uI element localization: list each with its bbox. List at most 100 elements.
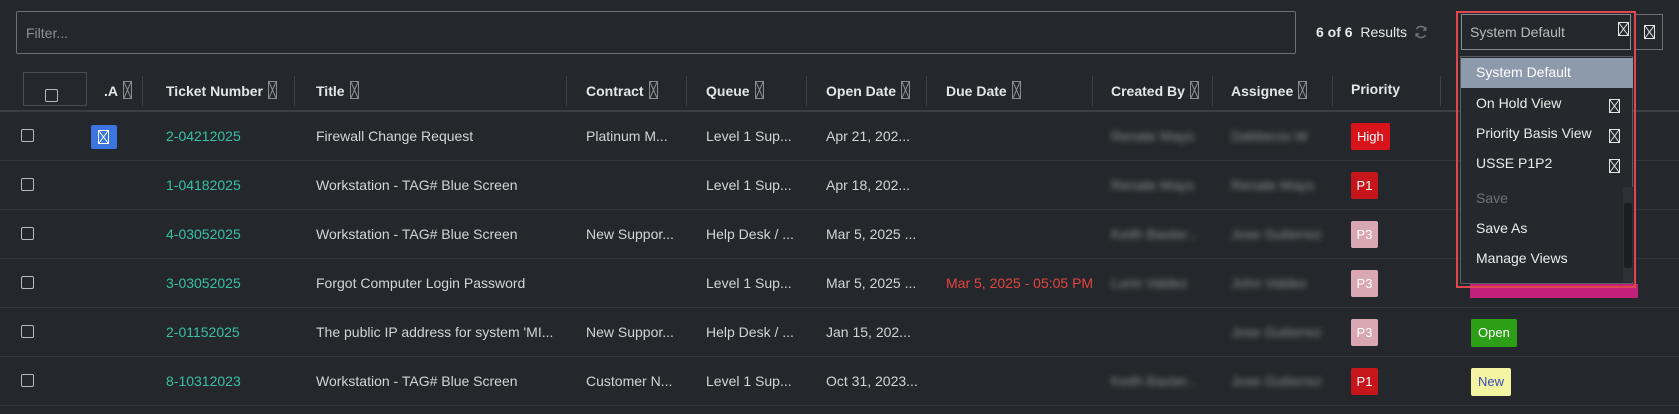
results-number: 6 of 6 (1316, 24, 1353, 40)
column-separator[interactable] (686, 76, 687, 106)
ticket-number-link[interactable]: 3-03052025 (166, 275, 241, 291)
created-by-cell: Renate Mayo (1111, 128, 1195, 144)
column-label: Created By (1111, 83, 1185, 99)
column-separator[interactable] (566, 76, 567, 106)
column-separator[interactable] (1092, 76, 1093, 106)
column-separator[interactable] (142, 76, 143, 106)
column-header-assignee[interactable]: Assignee (1231, 66, 1308, 112)
title-cell: Workstation - TAG# Blue Screen (316, 226, 518, 242)
table-row[interactable]: 8-10312023 Workstation - TAG# Blue Scree… (0, 357, 1679, 406)
view-option-label: Priority Basis View (1476, 125, 1592, 141)
ticket-number-link[interactable]: 2-01152025 (166, 324, 240, 340)
grid-header: .A Ticket Number Title Contract Queue Op… (0, 66, 1679, 112)
placeholder-icon (98, 130, 109, 144)
column-separator[interactable] (1212, 76, 1213, 106)
column-label: Priority (1351, 81, 1401, 97)
view-option-system-default[interactable]: System Default (1461, 58, 1633, 88)
drag-handle-icon[interactable] (648, 81, 658, 99)
column-separator[interactable] (294, 76, 295, 106)
column-label: Queue (706, 83, 750, 99)
column-header-created-by[interactable]: Created By (1111, 66, 1199, 112)
column-header-a[interactable]: .A (104, 66, 132, 112)
row-checkbox[interactable] (21, 129, 34, 142)
priority-badge: P1 (1351, 172, 1378, 199)
drag-handle-icon[interactable] (754, 81, 764, 99)
column-label: Due Date (946, 83, 1007, 99)
drag-handle-icon[interactable] (268, 81, 277, 99)
refresh-icon[interactable] (1413, 24, 1429, 40)
column-header-contract[interactable]: Contract (586, 66, 658, 112)
contract-cell: Platinum M... (586, 128, 668, 144)
manage-views-action[interactable]: Manage Views (1461, 244, 1633, 274)
view-option-label: USSE P1P2 (1476, 155, 1553, 171)
row-checkbox[interactable] (21, 374, 34, 387)
action-label: Save (1476, 190, 1508, 206)
status-badge: Open (1471, 319, 1517, 347)
drag-handle-icon[interactable] (1189, 81, 1199, 99)
column-header-open-date[interactable]: Open Date (826, 66, 911, 112)
assignee-cell: DaMarcio W (1231, 128, 1309, 144)
row-checkbox[interactable] (21, 276, 34, 289)
priority-badge: P3 (1351, 221, 1378, 248)
column-header-queue[interactable]: Queue (706, 66, 764, 112)
table-row[interactable]: 4-03052025 Workstation - TAG# Blue Scree… (0, 210, 1679, 259)
column-separator[interactable] (1332, 76, 1333, 106)
ticket-number-link[interactable]: 1-04182025 (166, 177, 241, 193)
column-label: Contract (586, 83, 644, 99)
open-date-cell: Mar 5, 2025 ... (826, 275, 917, 291)
attachment-badge[interactable] (91, 125, 117, 149)
column-header-title[interactable]: Title (316, 66, 359, 112)
ticket-number-link[interactable]: 4-03052025 (166, 226, 241, 242)
select-all-checkbox[interactable] (45, 89, 58, 102)
row-checkbox[interactable] (21, 178, 34, 191)
filter-input[interactable] (16, 11, 1296, 54)
column-header-due-date[interactable]: Due Date (946, 66, 1021, 112)
dropdown-scrollbar[interactable] (1623, 187, 1633, 282)
scrollbar-thumb[interactable] (1624, 203, 1632, 268)
table-row[interactable]: 3-03052025 Forgot Computer Login Passwor… (0, 259, 1679, 308)
column-header-priority[interactable]: Priority (1351, 66, 1400, 112)
view-selector[interactable]: System Default (1461, 14, 1631, 50)
open-date-cell: Apr 21, 202... (826, 128, 911, 144)
action-label: Manage Views (1476, 250, 1568, 266)
assignee-cell: Jose Gutierrez (1231, 373, 1323, 389)
contract-cell: Customer N... (586, 373, 673, 389)
created-by-cell: Keith Baxter... (1111, 226, 1199, 242)
ticket-number-link[interactable]: 8-10312023 (166, 373, 241, 389)
drag-handle-icon[interactable] (123, 81, 132, 99)
column-separator[interactable] (1440, 76, 1441, 106)
view-option-usse-p1p2[interactable]: USSE P1P2 (1461, 149, 1633, 179)
view-option-priority-basis[interactable]: Priority Basis View (1461, 119, 1633, 149)
drag-handle-icon[interactable] (349, 81, 359, 99)
delete-view-icon[interactable] (1609, 129, 1620, 143)
title-cell: The public IP address for system 'MI... (316, 324, 554, 340)
column-separator[interactable] (806, 76, 807, 106)
drag-handle-icon[interactable] (901, 81, 911, 99)
view-selector-value: System Default (1470, 24, 1565, 40)
table-row[interactable]: 2-04212025 Firewall Change Request Plati… (0, 112, 1679, 161)
drag-handle-icon[interactable] (1298, 81, 1308, 99)
open-date-cell: Jan 15, 202... (826, 324, 911, 340)
priority-badge: P1 (1351, 368, 1378, 395)
row-checkbox[interactable] (21, 227, 34, 240)
table-row[interactable]: 1-04182025 Workstation - TAG# Blue Scree… (0, 161, 1679, 210)
delete-view-icon[interactable] (1609, 99, 1620, 113)
column-label: Title (316, 83, 345, 99)
clear-filter-button[interactable] (1635, 14, 1663, 50)
due-date-cell: Mar 5, 2025 - 05:05 PM (946, 275, 1094, 291)
queue-cell: Level 1 Sup... (706, 373, 792, 389)
view-option-on-hold[interactable]: On Hold View (1461, 89, 1633, 119)
save-as-view-action[interactable]: Save As (1461, 214, 1633, 244)
column-header-ticket-number[interactable]: Ticket Number (166, 66, 277, 112)
clear-view-icon[interactable] (1618, 22, 1629, 36)
contract-cell: New Suppor... (586, 324, 674, 340)
assignee-cell: Jose Gutierrez (1231, 226, 1323, 242)
close-icon (1644, 25, 1655, 39)
table-row[interactable]: 2-01152025 The public IP address for sys… (0, 308, 1679, 357)
ticket-number-link[interactable]: 2-04212025 (166, 128, 241, 144)
action-label: Save As (1476, 220, 1528, 236)
column-separator[interactable] (926, 76, 927, 106)
row-checkbox[interactable] (21, 325, 34, 338)
delete-view-icon[interactable] (1609, 159, 1620, 173)
drag-handle-icon[interactable] (1011, 81, 1021, 99)
